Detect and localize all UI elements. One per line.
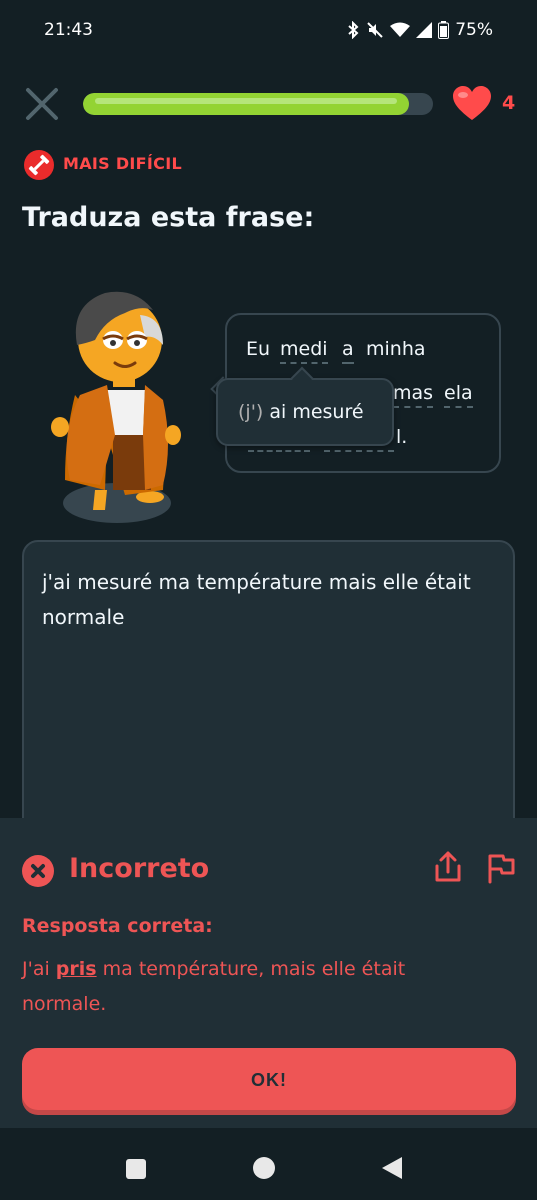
- home-icon[interactable]: [253, 1157, 275, 1179]
- flag-icon[interactable]: [485, 850, 517, 884]
- character-illustration: [51, 291, 181, 523]
- sentence-word-end[interactable]: l.: [396, 426, 407, 448]
- sentence-word[interactable]: minha: [366, 338, 426, 360]
- sentence-word-selected[interactable]: medi: [280, 338, 328, 364]
- page-title: Traduza esta frase:: [22, 202, 315, 233]
- correct-answer-label: Resposta correta:: [22, 915, 213, 937]
- recents-icon[interactable]: [126, 1159, 146, 1179]
- answer-text: j'ai mesuré ma température mais elle éta…: [42, 570, 471, 629]
- incorrect-icon: [22, 855, 54, 887]
- sentence-word[interactable]: mas: [393, 382, 434, 408]
- ok-button[interactable]: OK!: [22, 1048, 516, 1110]
- answer-highlight: pris: [55, 958, 97, 980]
- sentence-word[interactable]: a: [342, 338, 354, 364]
- progress-shine: [95, 98, 397, 104]
- hint-prefix: (j'): [238, 401, 264, 423]
- progress-fill: [83, 93, 409, 115]
- lesson-progress-bar: [83, 93, 433, 115]
- back-icon[interactable]: [382, 1157, 402, 1179]
- close-icon[interactable]: [24, 86, 60, 122]
- hint-translation: ai mesuré: [269, 401, 364, 423]
- wifi-icon: [390, 22, 411, 37]
- answer-part: J'ai: [22, 958, 56, 980]
- sentence-word[interactable]: ela: [444, 382, 473, 408]
- correct-answer-text: J'ai pris ma température, mais elle étai…: [22, 952, 422, 1022]
- silent-icon: [367, 22, 383, 38]
- feedback-title: Incorreto: [69, 853, 210, 884]
- heart-icon: [453, 86, 491, 120]
- hidden-word-underline: [248, 450, 310, 452]
- harder-challenge-badge: MAIS DIFÍCIL: [63, 154, 182, 173]
- bluetooth-icon: [348, 21, 359, 39]
- hint-text: (j') ai mesuré: [238, 401, 364, 423]
- share-icon[interactable]: [433, 850, 463, 884]
- hidden-word-underline: [324, 450, 394, 452]
- ok-button-label: OK!: [251, 1070, 287, 1090]
- status-icons: 75%: [346, 20, 493, 40]
- hearts-count: 4: [502, 92, 516, 114]
- status-time: 21:43: [44, 20, 93, 40]
- battery-percent: 75%: [455, 20, 493, 40]
- signal-icon: [416, 22, 433, 38]
- dumbbell-icon: [24, 150, 54, 180]
- battery-icon: [438, 21, 450, 39]
- sentence-word[interactable]: Eu: [246, 338, 270, 360]
